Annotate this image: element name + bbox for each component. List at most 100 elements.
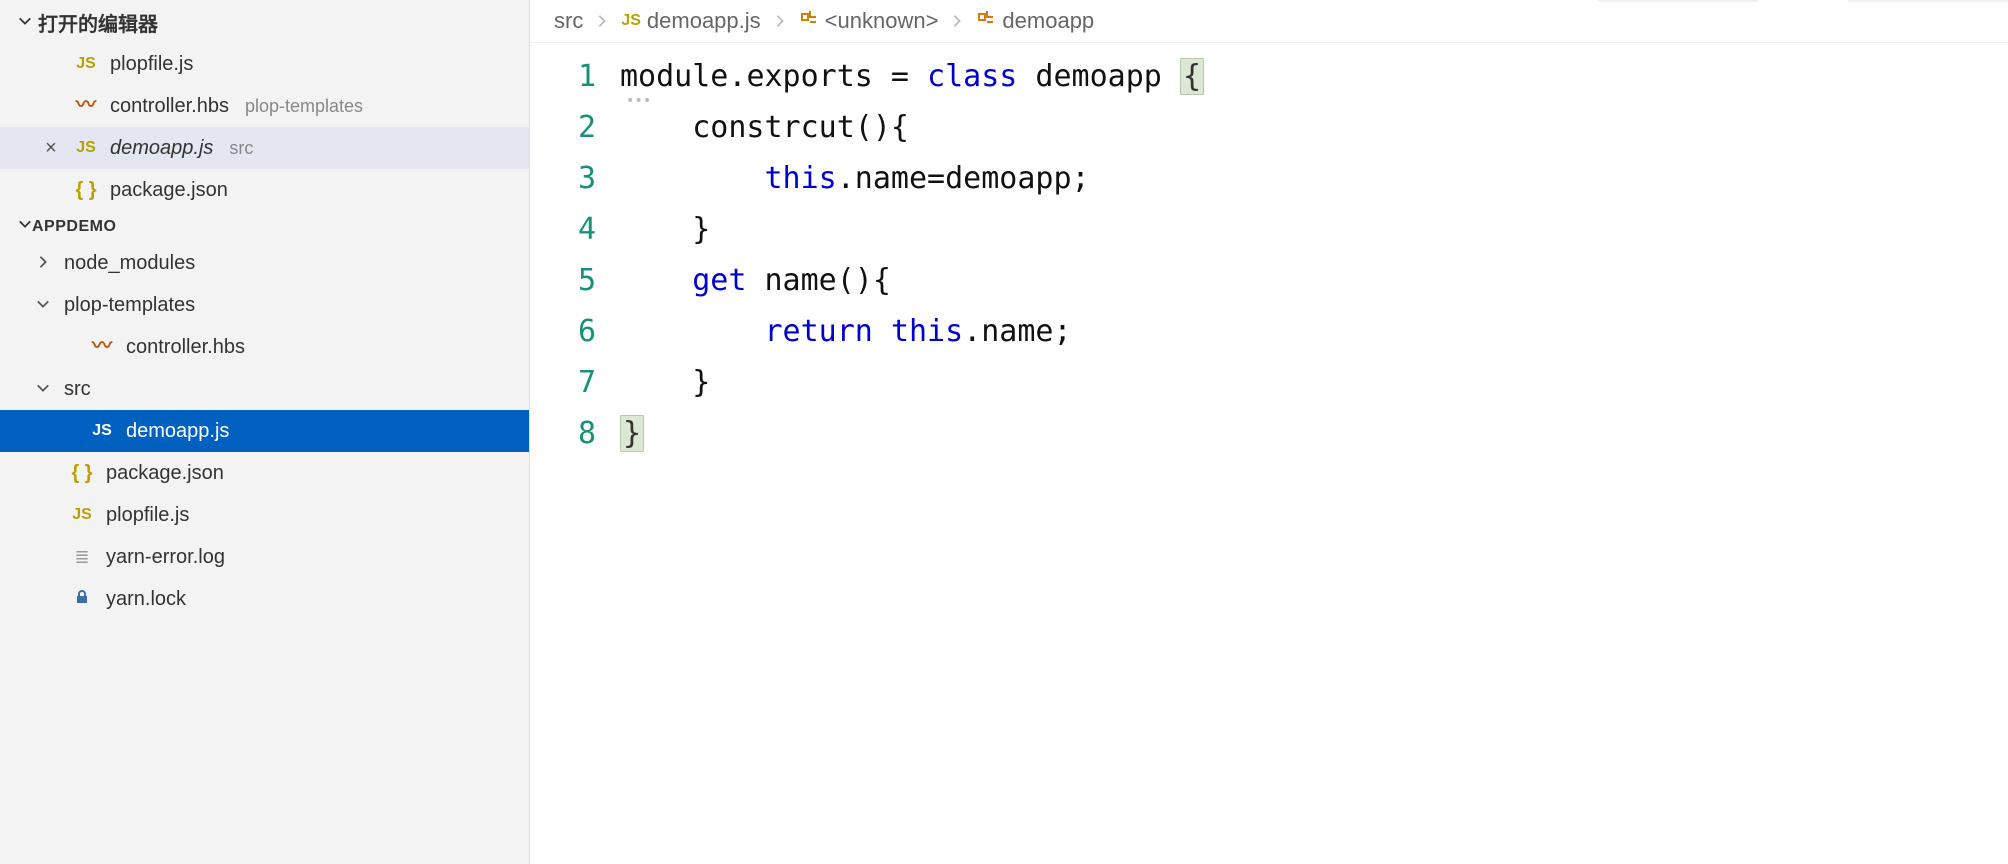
code-token: . (728, 59, 746, 94)
code-token: module (620, 59, 728, 94)
chevron-down-icon (36, 378, 56, 401)
chevron-down-icon (36, 294, 56, 317)
code-token (873, 314, 891, 349)
code-line[interactable]: } (620, 357, 2008, 408)
log-file-icon: ≣ (74, 547, 89, 568)
breadcrumb-item[interactable]: demoapp (976, 8, 1094, 34)
file-item[interactable]: JS plopfile.js (0, 494, 529, 536)
item-label: yarn-error.log (106, 546, 225, 569)
file-label: demoapp.js (110, 137, 213, 160)
file-label: controller.hbs (110, 95, 229, 118)
code-token (620, 161, 765, 196)
file-item[interactable]: yarn.lock (0, 578, 529, 620)
code-line[interactable]: } (620, 204, 2008, 255)
code-token: { (1180, 58, 1204, 95)
chevron-right-icon (36, 252, 56, 275)
file-path-hint: src (229, 138, 253, 159)
breadcrumb-label: demoapp (1002, 8, 1094, 34)
breadcrumb-label: <unknown> (825, 8, 939, 34)
project-header[interactable]: APPDEMO (0, 211, 529, 242)
line-number: 2 (530, 102, 596, 153)
code-token: this (891, 314, 963, 349)
line-number: 5 (530, 255, 596, 306)
item-label: plopfile.js (106, 504, 189, 527)
code-line[interactable]: return this.name; (620, 306, 2008, 357)
code-line[interactable]: module.exports = class demoapp { (620, 51, 2008, 102)
file-label: package.json (110, 179, 228, 202)
breadcrumb-separator-icon (771, 8, 789, 34)
folder-item[interactable]: node_modules (0, 242, 529, 284)
line-number-gutter: 12345678 (530, 51, 620, 459)
sidebar: 打开的编辑器 JS plopfile.js 〰 controller.hbs plop-… (0, 0, 530, 864)
line-number: 3 (530, 153, 596, 204)
json-file-icon: { } (75, 179, 96, 202)
js-file-icon: JS (72, 506, 92, 524)
code-line[interactable]: constrcut(){ (620, 102, 2008, 153)
code-editor[interactable]: 12345678 module.exports = class demoapp … (530, 43, 2008, 459)
item-label: plop-templates (64, 294, 195, 317)
item-label: demoapp.js (126, 420, 229, 443)
breadcrumb-separator-icon (948, 8, 966, 34)
class-symbol-icon (976, 8, 996, 34)
file-item[interactable]: 〰 controller.hbs (0, 326, 529, 368)
breadcrumb-item[interactable]: src (554, 8, 583, 34)
line-number: 8 (530, 408, 596, 459)
code-token: } (620, 212, 710, 247)
code-token (620, 263, 692, 298)
code-token: .name=demoapp; (837, 161, 1090, 196)
code-token: this (765, 161, 837, 196)
code-token: } (620, 415, 644, 452)
code-line[interactable]: get name(){ (620, 255, 2008, 306)
code-token: name(){ (746, 263, 891, 298)
open-editor-item[interactable]: JSplopfile.js (0, 43, 529, 85)
file-path-hint: plop-templates (245, 96, 363, 117)
handlebars-file-icon: 〰 (92, 329, 112, 358)
chevron-down-icon (18, 217, 32, 236)
item-label: package.json (106, 462, 224, 485)
code-token: return (765, 314, 873, 349)
code-token: } (620, 365, 710, 400)
line-number: 1 (530, 51, 596, 102)
breadcrumb-item[interactable]: <unknown> (799, 8, 939, 34)
breadcrumb[interactable]: src JS demoapp.js <unknown> demoapp (530, 0, 2008, 43)
open-editors-header[interactable]: 打开的编辑器 (0, 2, 529, 43)
breadcrumb-label: demoapp.js (647, 8, 761, 34)
js-file-icon: JS (92, 422, 112, 440)
code-token: exports (746, 59, 872, 94)
code-token: class (927, 59, 1017, 94)
code-content[interactable]: module.exports = class demoapp {••• cons… (620, 51, 2008, 459)
folder-item[interactable]: src (0, 368, 529, 410)
open-editor-item[interactable]: { } package.json (0, 169, 529, 211)
js-file-icon: JS (621, 12, 641, 30)
code-token: .name; (963, 314, 1071, 349)
line-number: 4 (530, 204, 596, 255)
code-token: get (692, 263, 746, 298)
file-item[interactable]: ≣ yarn-error.log (0, 536, 529, 578)
open-editor-item[interactable]: ×JSdemoapp.jssrc (0, 127, 529, 169)
chevron-down-icon (18, 11, 38, 34)
item-label: src (64, 378, 91, 401)
file-item[interactable]: { }package.json (0, 452, 529, 494)
item-label: controller.hbs (126, 336, 245, 359)
item-label: yarn.lock (106, 588, 186, 611)
line-number: 7 (530, 357, 596, 408)
breadcrumb-separator-icon (593, 8, 611, 34)
code-line[interactable]: } (620, 408, 2008, 459)
folder-item[interactable]: plop-templates (0, 284, 529, 326)
breadcrumb-item[interactable]: JS demoapp.js (621, 8, 760, 34)
class-symbol-icon (799, 8, 819, 34)
open-editors-title: 打开的编辑器 (38, 8, 158, 37)
close-icon[interactable]: × (40, 137, 62, 160)
tab-shadows (1508, 0, 2008, 2)
code-token (620, 314, 765, 349)
open-editor-item[interactable]: 〰 controller.hbs plop-templates (0, 85, 529, 127)
file-item[interactable]: JS demoapp.js (0, 410, 529, 452)
file-label: plopfile.js (110, 53, 193, 76)
code-token: constrcut(){ (692, 110, 909, 145)
code-token (620, 110, 692, 145)
code-token: = (873, 59, 927, 94)
handlebars-file-icon: 〰 (76, 88, 96, 117)
code-line[interactable]: this.name=demoapp; (620, 153, 2008, 204)
breadcrumb-label: src (554, 8, 583, 34)
editor-area: src JS demoapp.js <unknown> demoapp 12345678… (530, 0, 2008, 864)
